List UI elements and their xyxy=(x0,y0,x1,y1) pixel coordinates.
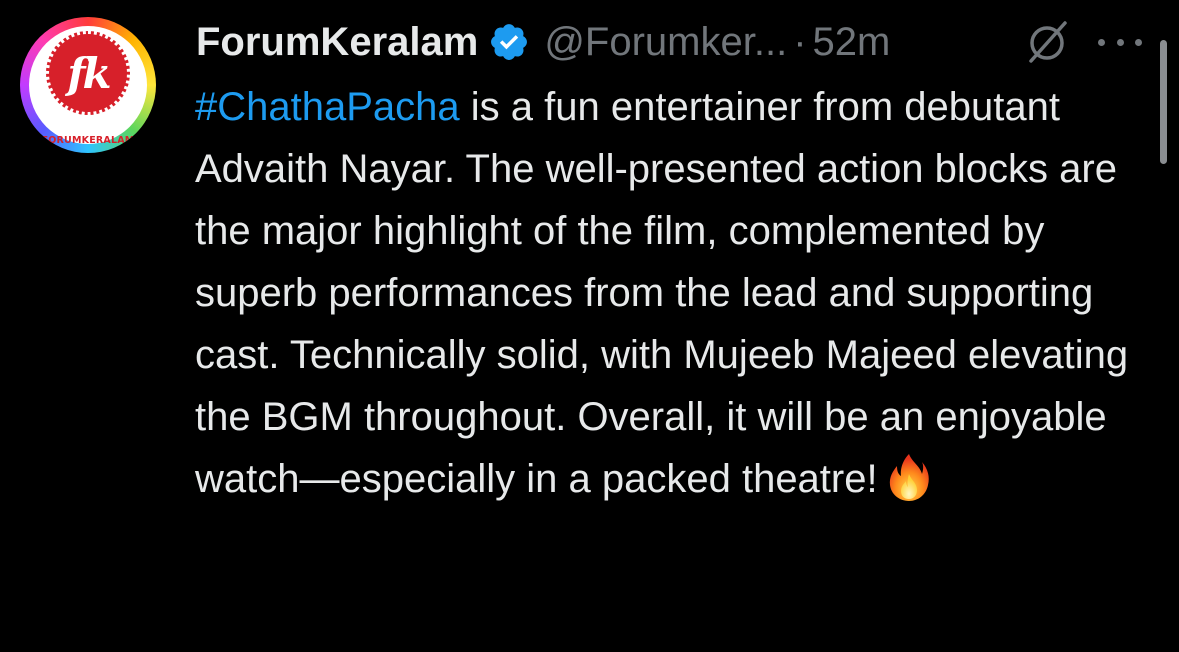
verified-badge-icon xyxy=(491,24,528,60)
separator-dot: · xyxy=(793,20,807,64)
more-dot-icon xyxy=(1098,38,1105,46)
more-dot-icon xyxy=(1116,38,1124,46)
avatar[interactable]: fk FORUMKERALAM xyxy=(20,17,156,153)
avatar-brand-text: FORUMKERALAM xyxy=(41,135,135,146)
tweet[interactable]: fk FORUMKERALAM ForumKeralam @Forumker..… xyxy=(0,0,1179,652)
tweet-header: ForumKeralam @Forumker... · 52m xyxy=(196,14,890,70)
more-dot-icon xyxy=(1135,38,1142,46)
fire-emoji-icon xyxy=(889,454,929,501)
author-name[interactable]: ForumKeralam xyxy=(196,14,478,70)
author-handle[interactable]: @Forumker... xyxy=(544,14,787,70)
more-options-icon[interactable] xyxy=(1098,30,1142,54)
scrollbar[interactable] xyxy=(1160,40,1167,164)
tweet-text: #ChathaPacha is a fun entertainer from d… xyxy=(195,76,1155,510)
avatar-logo: fk xyxy=(46,31,130,115)
hashtag-link[interactable]: #ChathaPacha xyxy=(195,85,460,129)
tweet-body: is a fun entertainer from debutant Advai… xyxy=(195,85,1129,501)
grok-icon[interactable] xyxy=(1025,19,1071,65)
timestamp[interactable]: 52m xyxy=(813,14,891,70)
